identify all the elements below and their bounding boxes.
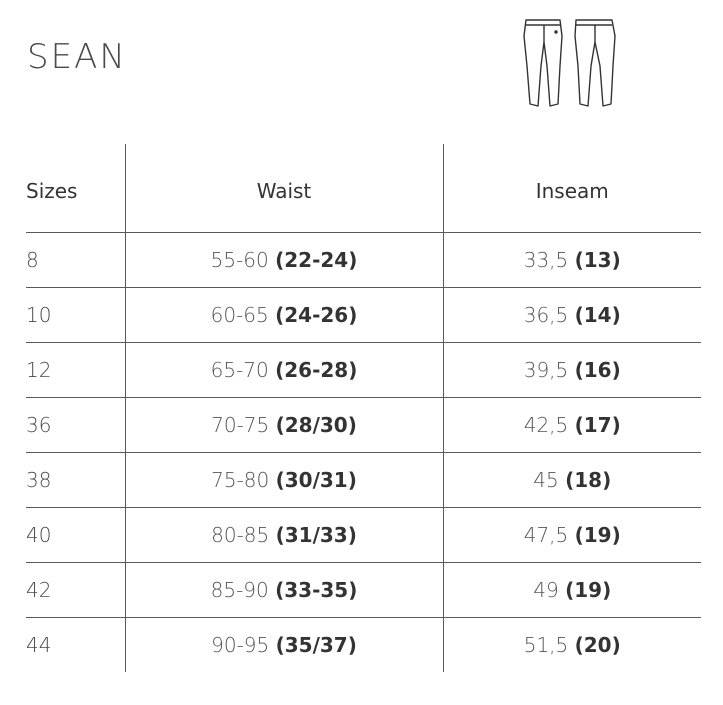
size-cell: 12: [26, 342, 125, 398]
inseam-inch-value: (16): [574, 358, 621, 382]
waist-cm-value: 65-70: [210, 358, 269, 382]
waist-inch-value: (30/31): [275, 468, 357, 492]
inseam-inch-value: (17): [574, 413, 621, 437]
page-title: SEAN: [27, 37, 127, 77]
inseam-cell: 39,5 (16): [442, 342, 701, 398]
waist-cell: 60-65 (24-26): [124, 287, 443, 343]
table-row: 40 80-85 (31/33) 47,5 (19): [26, 507, 701, 563]
inseam-cell: 51,5 (20): [442, 617, 701, 672]
size-cell: 44: [26, 633, 52, 657]
waist-cell: 70-75 (28/30): [124, 397, 443, 453]
waist-cell: 75-80 (30/31): [124, 452, 443, 508]
table-header-row: Sizes Waist Inseam: [26, 144, 701, 233]
waist-inch-value: (35/37): [275, 633, 357, 657]
header-sizes: Sizes: [26, 144, 125, 233]
waist-cm-value: 90-95: [211, 633, 270, 657]
header-inseam: Inseam: [442, 144, 701, 233]
inseam-inch-value: (13): [574, 248, 621, 272]
waist-inch-value: (22-24): [275, 248, 358, 272]
size-cell: 42: [26, 562, 125, 618]
inseam-cell: 36,5 (14): [442, 287, 701, 343]
waist-cm-value: 85-90: [210, 578, 269, 602]
inseam-cm-value: 45: [533, 468, 559, 492]
size-cell: 38: [26, 452, 125, 508]
waist-inch-value: (26-28): [275, 358, 358, 382]
size-cell: 10: [26, 287, 125, 343]
inseam-inch-value: (14): [574, 303, 621, 327]
inseam-cm-value: 49: [533, 578, 559, 602]
waist-cm-value: 75-80: [211, 468, 270, 492]
inseam-cell: 49 (19): [442, 562, 701, 618]
inseam-cm-value: 42,5: [523, 413, 569, 437]
inseam-cell: 42,5 (17): [442, 397, 701, 453]
waist-cm-value: 70-75: [211, 413, 270, 437]
size-cell: 36: [26, 397, 125, 453]
waist-cell: 65-70 (26-28): [124, 342, 443, 398]
inseam-cm-value: 47,5: [523, 523, 569, 547]
waist-cm-value: 55-60: [210, 248, 269, 272]
inseam-inch-value: (18): [565, 468, 612, 492]
table-row: 12 65-70 (26-28) 39,5 (16): [26, 342, 701, 398]
size-cell: 40: [26, 507, 125, 563]
inseam-cm-value: 33,5: [523, 248, 569, 272]
waist-cell: 80-85 (31/33): [124, 507, 443, 563]
inseam-cm-value: 36,5: [523, 303, 569, 327]
size-cell: 8: [26, 232, 125, 288]
waist-inch-value: (24-26): [275, 303, 358, 327]
waist-inch-value: (28/30): [275, 413, 357, 437]
table-row: 8 55-60 (22-24) 33,5 (13): [26, 232, 701, 288]
table-row: 44 90-95 (35/37) 51,5 (20): [26, 617, 701, 672]
inseam-inch-value: (20): [574, 633, 621, 657]
header-waist: Waist: [124, 144, 443, 233]
table-row: 10 60-65 (24-26) 36,5 (14): [26, 287, 701, 343]
waist-inch-value: (33-35): [275, 578, 358, 602]
waist-cell: 55-60 (22-24): [124, 232, 443, 288]
waist-cell: 85-90 (33-35): [124, 562, 443, 618]
inseam-cell: 33,5 (13): [442, 232, 701, 288]
waist-cm-value: 60-65: [210, 303, 269, 327]
table-row: 36 70-75 (28/30) 42,5 (17): [26, 397, 701, 453]
waist-cm-value: 80-85: [211, 523, 270, 547]
inseam-cell: 45 (18): [442, 452, 701, 508]
waist-cell: 90-95 (35/37): [124, 617, 443, 672]
inseam-cm-value: 39,5: [523, 358, 569, 382]
waist-inch-value: (31/33): [275, 523, 357, 547]
table-row: 38 75-80 (30/31) 45 (18): [26, 452, 701, 508]
inseam-cell: 47,5 (19): [442, 507, 701, 563]
inseam-inch-value: (19): [574, 523, 621, 547]
table-row: 42 85-90 (33-35) 49 (19): [26, 562, 701, 618]
inseam-inch-value: (19): [565, 578, 612, 602]
size-table: Sizes Waist Inseam 8 55-60 (22-24) 33,5 (1…: [26, 144, 701, 672]
inseam-cm-value: 51,5: [523, 633, 569, 657]
pants-front-back-icon: [523, 19, 616, 107]
